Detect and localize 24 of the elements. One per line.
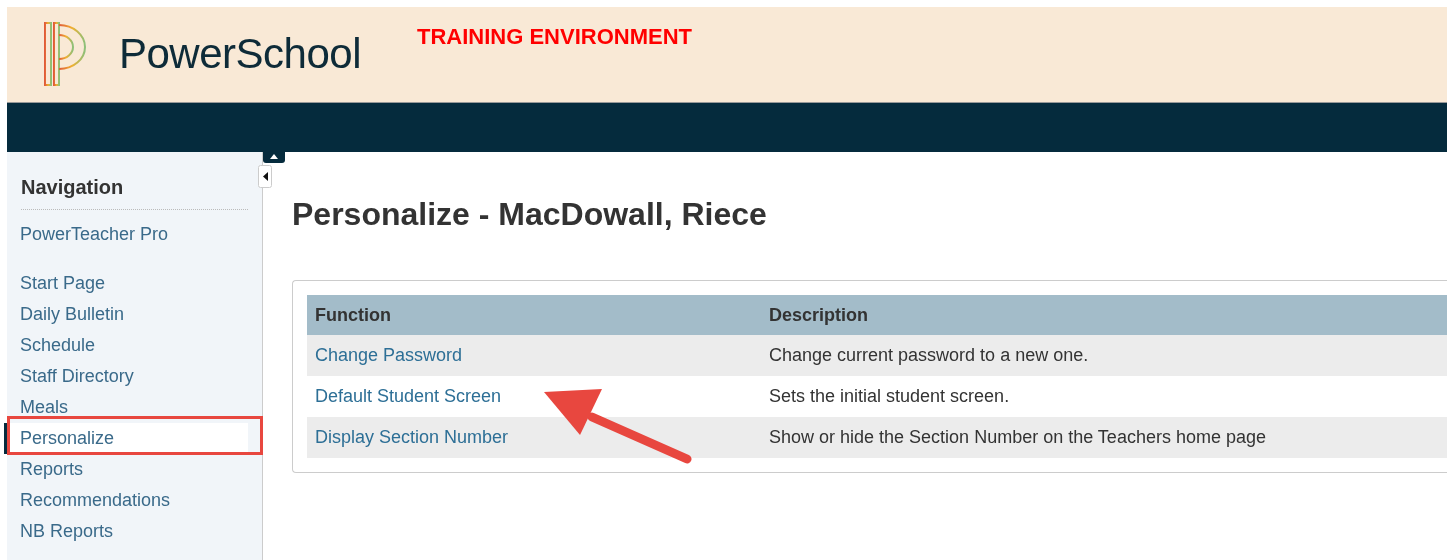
table-cell: Show or hide the Section Number on the Teachers home page xyxy=(761,417,1447,458)
function-link[interactable]: Change Password xyxy=(307,335,761,376)
collapse-left-icon[interactable] xyxy=(258,165,272,188)
page-title: Personalize - MacDowall, Riece xyxy=(292,196,768,233)
sidebar-item[interactable]: NB Reports xyxy=(4,516,248,547)
sidebar-item[interactable]: Schedule xyxy=(4,330,248,361)
sidebar-item[interactable]: Reports xyxy=(4,454,248,485)
sidebar-item[interactable]: Staff Directory xyxy=(4,361,248,392)
function-link[interactable]: Default Student Screen xyxy=(307,376,761,417)
sidebar-item[interactable]: Daily Bulletin xyxy=(4,299,248,330)
sidebar-item[interactable]: Recommendations xyxy=(4,485,248,516)
sidebar-link[interactable]: PowerTeacher Pro xyxy=(20,224,169,245)
environment-label: TRAINING ENVIRONMENT xyxy=(416,24,692,50)
column-header: Description xyxy=(761,295,1447,335)
collapse-up-icon[interactable] xyxy=(263,152,285,163)
sidebar-item[interactable]: Meals xyxy=(4,392,248,423)
table-cell: Change current password to a new one. xyxy=(761,335,1447,376)
sidebar-item[interactable]: Start Page xyxy=(4,268,248,299)
function-link[interactable]: Display Section Number xyxy=(307,417,761,458)
column-header: Function xyxy=(307,295,761,335)
sidebar-item[interactable]: Personalize xyxy=(4,423,248,454)
sidebar-title: Navigation xyxy=(21,176,248,210)
brand-name: PowerSchool xyxy=(119,30,361,78)
table-cell: Sets the initial student screen. xyxy=(761,376,1447,417)
